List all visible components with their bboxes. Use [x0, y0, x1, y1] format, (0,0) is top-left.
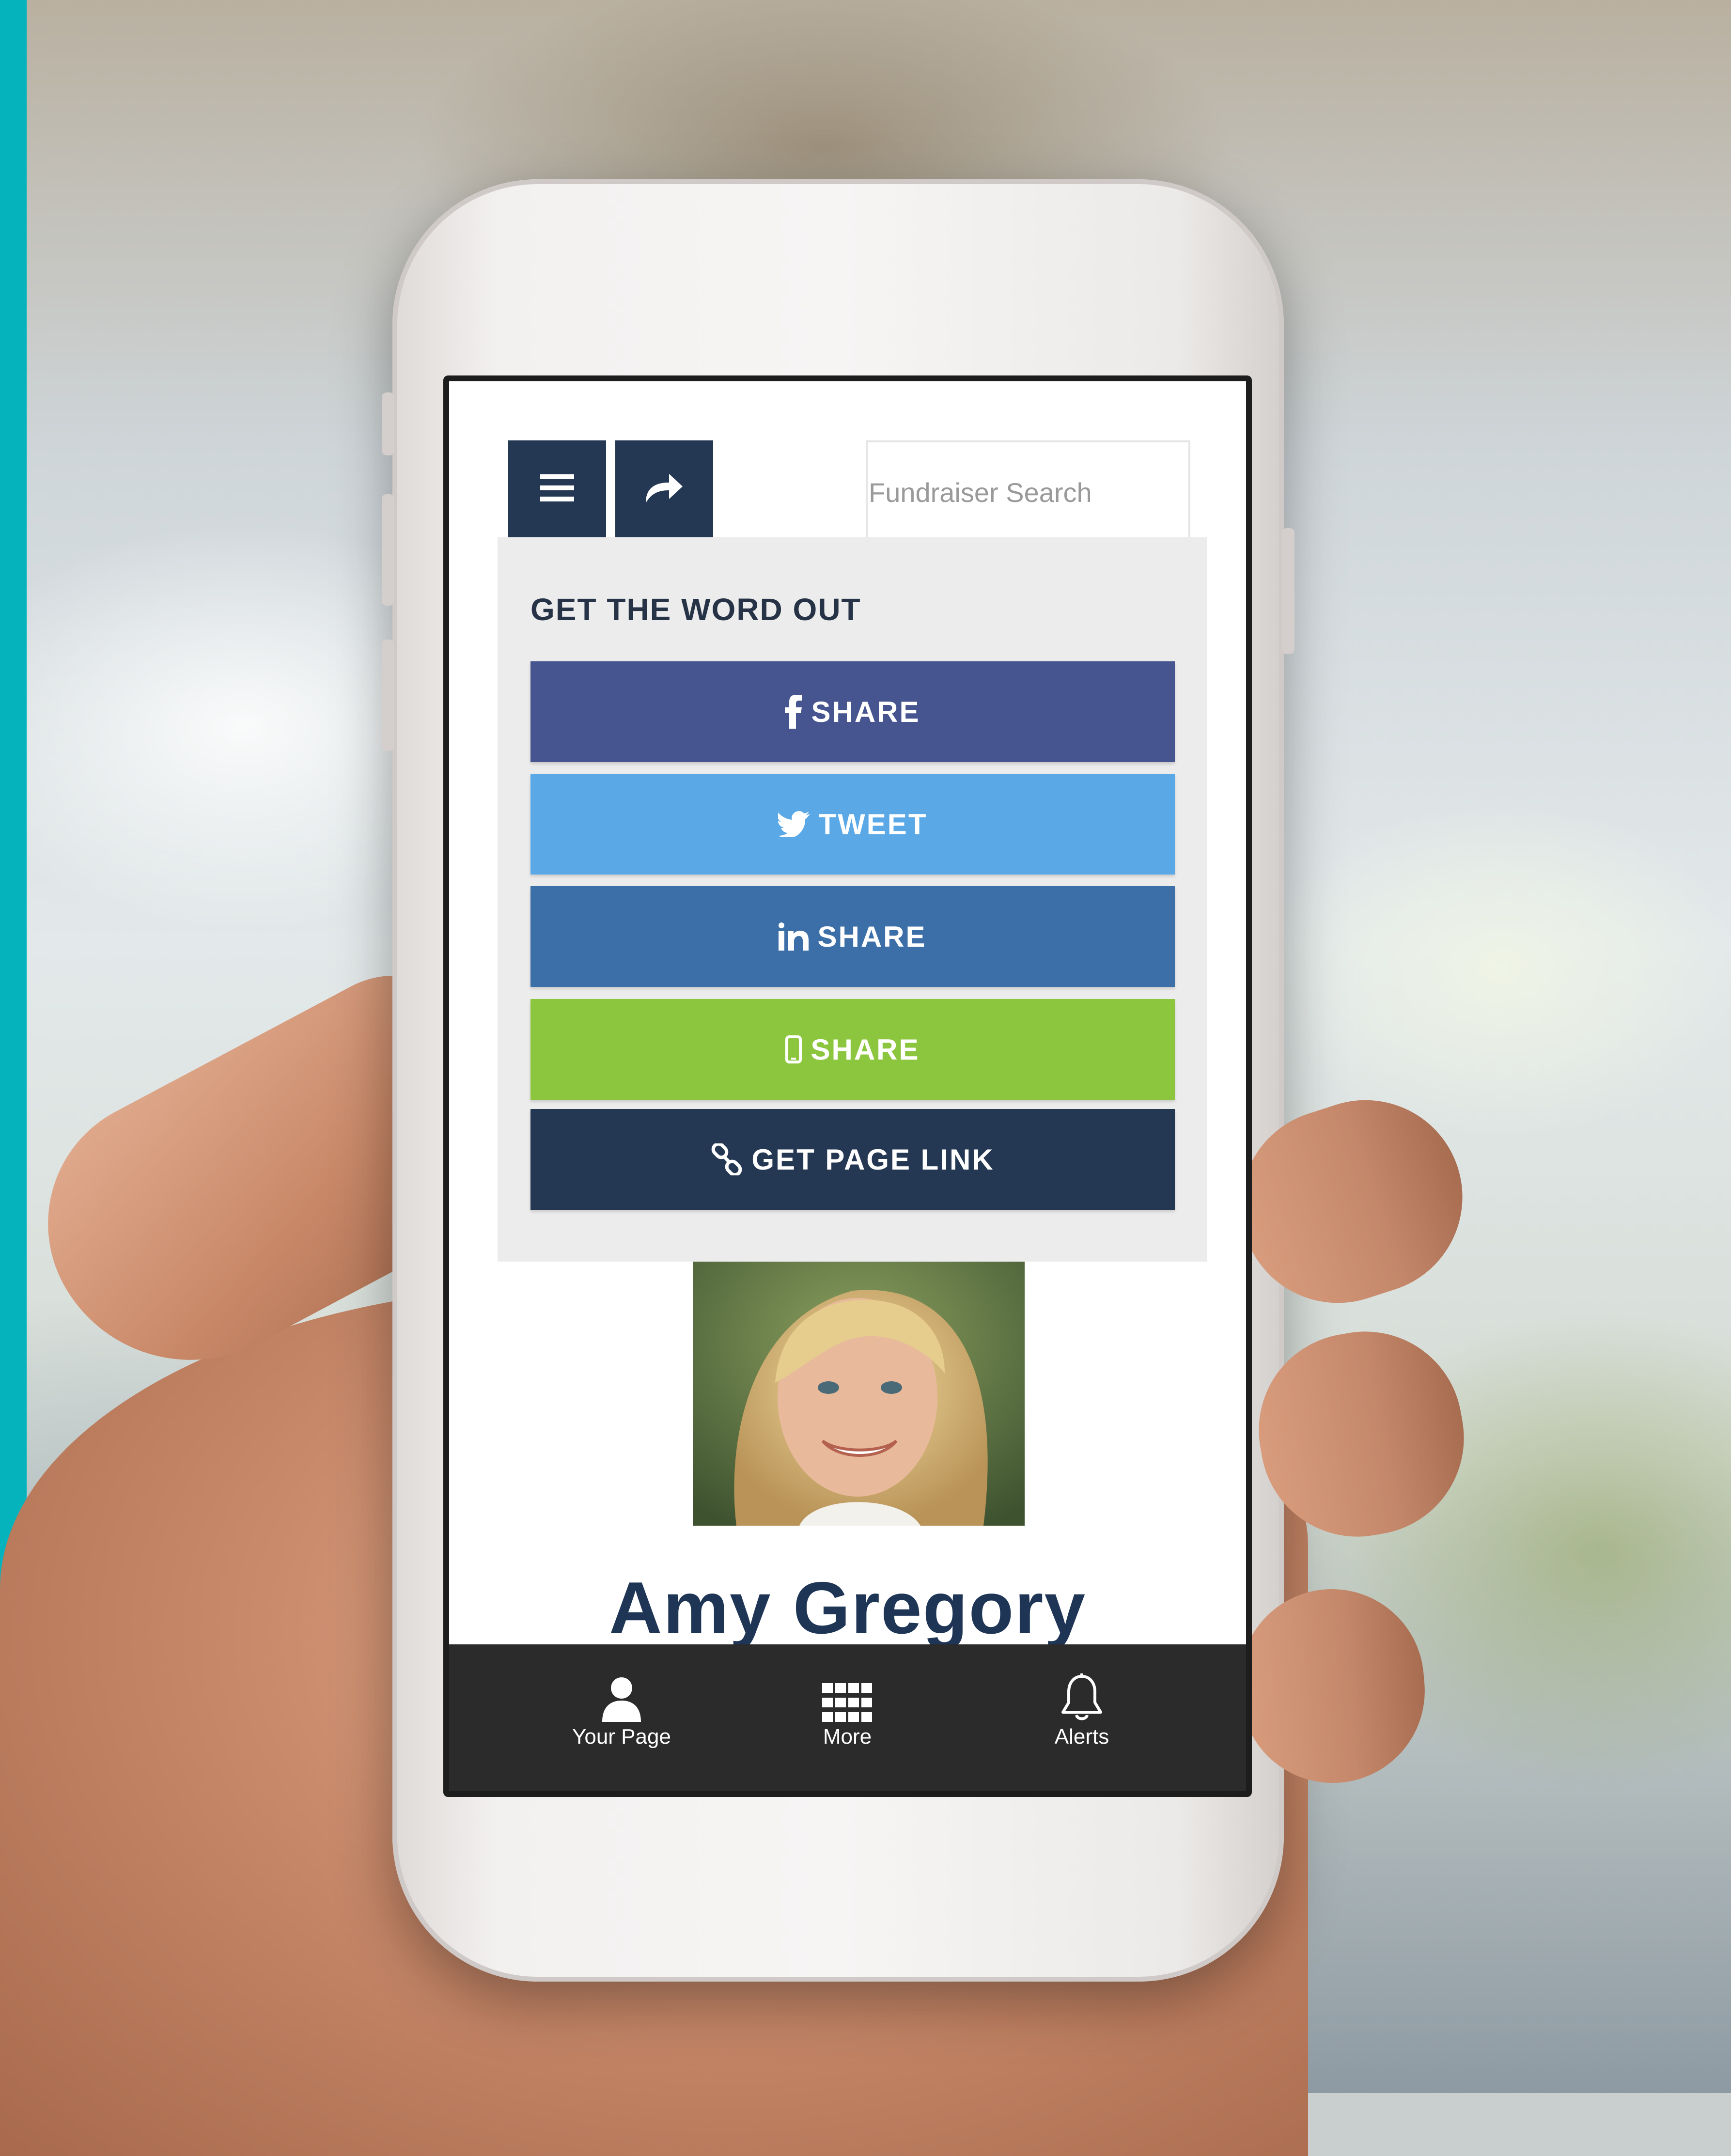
hamburger-icon: [540, 473, 574, 504]
profile-name: Amy Gregory: [609, 1567, 1086, 1649]
user-icon: [602, 1669, 641, 1722]
profile-photo: [693, 1262, 1025, 1526]
share-dropdown-panel: GET THE WORD OUT SHARE TWEET SHARE SHARE…: [498, 537, 1207, 1262]
sms-share-label: SHARE: [811, 1033, 920, 1066]
share-menu-button[interactable]: [615, 440, 713, 548]
bell-icon: [1060, 1669, 1104, 1722]
link-icon: [711, 1143, 743, 1175]
phone-screen: GET THE WORD OUT SHARE TWEET: [443, 375, 1252, 1797]
twitter-tweet-label: TWEET: [818, 808, 928, 841]
volume-up-button: [382, 494, 394, 606]
bottom-tab-bar: Your Page More Alerts: [449, 1644, 1246, 1791]
volume-down-button: [382, 640, 394, 751]
facebook-share-button[interactable]: SHARE: [530, 661, 1175, 762]
fundraiser-search-input[interactable]: [866, 440, 1190, 545]
menu-button[interactable]: [508, 440, 606, 537]
facebook-icon: [785, 695, 802, 729]
twitter-tweet-button[interactable]: TWEET: [530, 774, 1175, 875]
linkedin-share-label: SHARE: [817, 920, 927, 953]
linkedin-share-button[interactable]: SHARE: [530, 886, 1175, 987]
get-page-link-button[interactable]: GET PAGE LINK: [530, 1109, 1175, 1210]
get-page-link-label: GET PAGE LINK: [751, 1143, 995, 1176]
tab-more[interactable]: More: [760, 1669, 935, 1749]
facebook-share-label: SHARE: [811, 695, 920, 728]
grid-icon: [822, 1669, 873, 1722]
twitter-icon: [778, 811, 810, 837]
share-panel-title: GET THE WORD OUT: [530, 592, 861, 627]
share-arrow-icon: [644, 471, 685, 507]
tab-more-label: More: [823, 1725, 872, 1749]
tab-alerts-label: Alerts: [1054, 1725, 1109, 1749]
mobile-phone-icon: [785, 1035, 802, 1063]
linkedin-icon: [779, 922, 809, 951]
tab-alerts[interactable]: Alerts: [995, 1669, 1169, 1749]
mute-switch: [382, 392, 394, 455]
power-button: [1282, 528, 1294, 654]
tab-your-page-label: Your Page: [572, 1725, 671, 1749]
sms-share-button[interactable]: SHARE: [530, 999, 1175, 1100]
tab-your-page[interactable]: Your Page: [534, 1669, 709, 1749]
